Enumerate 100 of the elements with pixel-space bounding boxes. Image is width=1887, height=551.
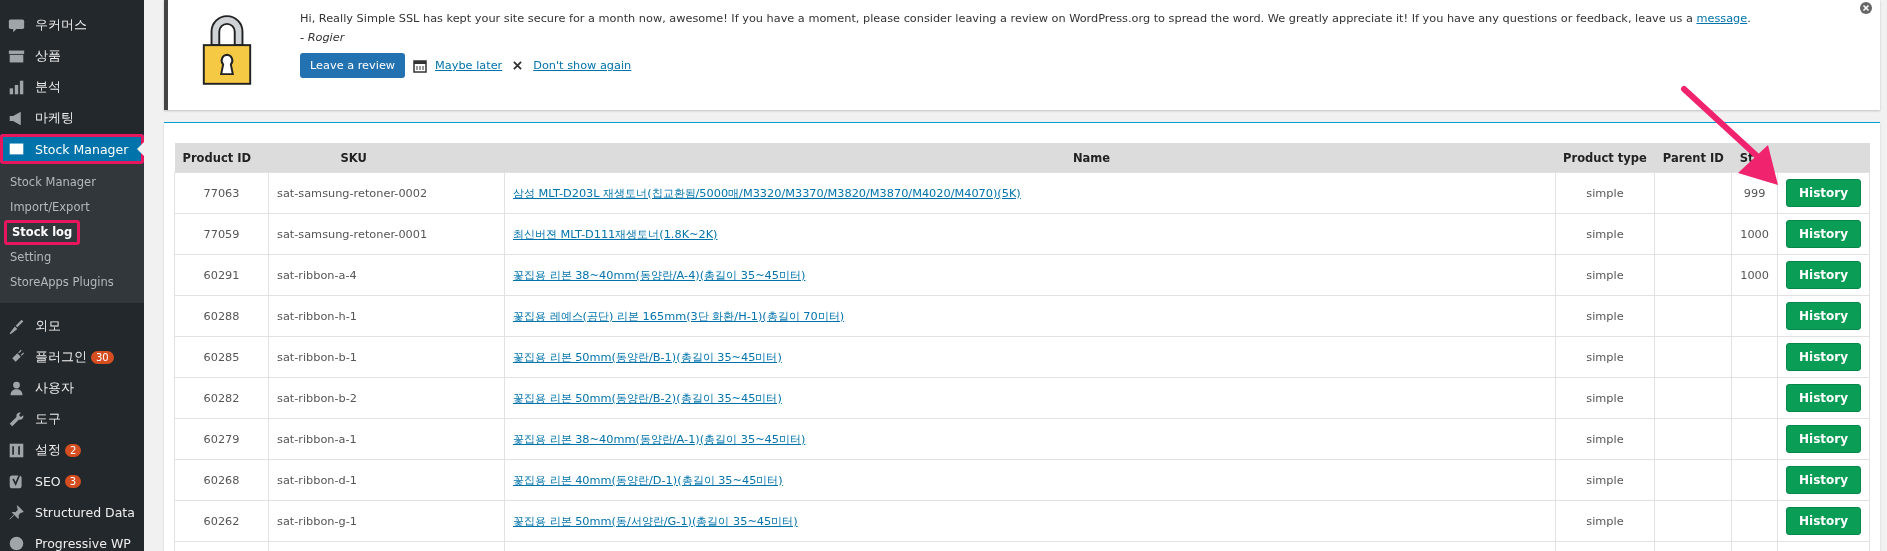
circle-icon — [8, 535, 25, 551]
update-count: 30 — [91, 351, 114, 364]
notice-signature: - Rogier — [300, 31, 346, 44]
menu-item[interactable]: 상품 — [0, 41, 144, 72]
menu-item[interactable]: Structured Data — [0, 497, 144, 528]
history-button[interactable]: History — [1785, 220, 1861, 248]
product-link[interactable]: 꽃집용 리본 50mm(동/서양란/G-1)(총길이 35~45미터) — [513, 514, 798, 528]
history-button[interactable]: History — [1785, 179, 1861, 207]
menu-item[interactable]: SEO 3 — [0, 466, 144, 497]
submenu-item[interactable]: Setting — [0, 245, 144, 270]
history-button[interactable]: History — [1785, 425, 1861, 453]
product-link[interactable]: 꽃집용 리본 40mm(동양란/D-1)(총길이 35~45미터) — [513, 473, 783, 487]
menu-label: Stock Manager — [35, 141, 129, 157]
column-header: Parent ID — [1654, 143, 1732, 173]
history-button[interactable]: History — [1785, 261, 1861, 289]
column-header: St — [1731, 143, 1778, 173]
menu-label: 상품 — [35, 48, 61, 65]
table-cell: sat-ribbon-g-1 — [277, 514, 358, 528]
table-cell: simple — [1586, 268, 1624, 282]
product-link[interactable]: 꽃집용 리본 50mm(동양란/B-1)(총길이 35~45미터) — [513, 350, 782, 364]
table-cell: sat-ribbon-b-1 — [277, 350, 358, 364]
column-header: Product type — [1555, 143, 1655, 173]
leave-review-button[interactable]: Leave a review — [300, 53, 406, 78]
menu-item[interactable]: 분석 — [0, 72, 144, 103]
product-link[interactable]: 꽃집용 리본 38~40mm(동양란/A-1)(총길이 35~45미터) — [513, 432, 806, 446]
dont-show-again-link[interactable]: Don't show again — [533, 59, 632, 72]
menu-label: 플러그인 — [35, 349, 87, 366]
history-button[interactable]: History — [1785, 384, 1861, 412]
column-header: Name — [504, 143, 1556, 173]
dismiss-icon[interactable] — [1860, 2, 1872, 14]
table-cell: 60288 — [203, 309, 240, 323]
checkmark-icon — [8, 473, 25, 490]
submenu-item[interactable]: Stock log — [4, 220, 81, 245]
menu-label: SEO — [35, 474, 61, 489]
close-icon — [513, 61, 523, 70]
table-cell: simple — [1586, 350, 1624, 364]
sliders-icon — [8, 442, 25, 459]
update-count: 3 — [64, 475, 82, 488]
table-cell: sat-ribbon-a-4 — [277, 268, 357, 282]
table-cell: 999 — [1743, 186, 1766, 200]
bars-icon — [8, 79, 25, 96]
column-header: SKU — [268, 143, 505, 173]
wrench-icon — [8, 411, 25, 428]
table-cell: simple — [1586, 391, 1624, 405]
menu-item[interactable]: 우커머스 — [0, 10, 144, 41]
table-cell: simple — [1586, 186, 1624, 200]
menu-item[interactable]: 플러그인 30 — [0, 342, 144, 373]
table-cell: 60268 — [203, 473, 240, 487]
table-cell: sat-ribbon-d-1 — [277, 473, 358, 487]
menu-label: 설정 — [35, 442, 61, 459]
menu-item[interactable]: 마케팅 — [0, 103, 144, 134]
submenu-item[interactable]: Import/Export — [0, 195, 144, 220]
table-cell: sat-ribbon-h-1 — [277, 309, 357, 323]
table-cell: 60279 — [203, 432, 240, 446]
product-link[interactable]: 꽃집용 리본 50mm(동양란/B-2)(총길이 35~45미터) — [513, 391, 782, 405]
submenu-item[interactable]: Stock Manager — [0, 170, 144, 195]
history-button[interactable]: History — [1785, 507, 1861, 535]
calendar-icon — [413, 58, 428, 73]
column-header: Product ID — [174, 143, 269, 173]
menu-label: 분석 — [35, 79, 61, 96]
menu-label: 사용자 — [35, 380, 74, 397]
menu-item[interactable]: Stock Manager — [0, 134, 144, 164]
update-count: 2 — [65, 444, 82, 457]
box-icon — [8, 48, 25, 65]
table-cell: simple — [1586, 309, 1624, 323]
table-cell: sat-samsung-retoner-0001 — [277, 227, 428, 241]
maybe-later-link[interactable]: Maybe later — [435, 59, 503, 72]
table-cell: simple — [1586, 432, 1624, 446]
menu-item[interactable]: 외모 — [0, 311, 144, 342]
table-cell: 1000 — [1740, 227, 1769, 241]
table-cell: 77059 — [203, 227, 240, 241]
speech-bubble-icon — [8, 17, 25, 34]
product-link[interactable]: 최신버젼 MLT-D111재생토너(1.8K~2K) — [513, 227, 718, 241]
table-cell: simple — [1586, 473, 1624, 487]
menu-item[interactable]: Progressive WP — [0, 528, 144, 551]
menu-label: 우커머스 — [35, 17, 87, 34]
brush-icon — [8, 318, 25, 335]
table-cell: 60291 — [203, 268, 240, 282]
notice-message: Hi, Really Simple SSL has kept your site secure for a month now, awesome! If you have a moment, please consider leaving a review on WordPress.org to spread the word. We greatly appreciate it! If you have any questions or feedback, leave us a message. — [300, 12, 1751, 25]
pin-icon — [8, 504, 25, 521]
menu-item[interactable]: 설정 2 — [0, 435, 144, 466]
menu-item[interactable]: 사용자 — [0, 373, 144, 404]
product-link[interactable]: 꽃집용 레예스(공단) 리본 165mm(3단 화환/H-1)(총길이 70미터) — [513, 309, 845, 323]
user-icon — [8, 380, 25, 397]
table-cell: 77063 — [203, 186, 240, 200]
menu-label: Progressive WP — [35, 536, 131, 551]
history-button[interactable]: History — [1785, 466, 1861, 494]
menu-label: 마케팅 — [35, 110, 74, 127]
history-button[interactable]: History — [1785, 302, 1861, 330]
menu-item[interactable]: 도구 — [0, 404, 144, 435]
table-cell: 60262 — [203, 514, 240, 528]
product-link[interactable]: 꽃집용 리본 38~40mm(동양란/A-4)(총길이 35~45미터) — [513, 268, 806, 282]
submenu-item[interactable]: StoreApps Plugins — [0, 270, 144, 295]
history-button[interactable]: History — [1785, 343, 1861, 371]
table-cell: 60285 — [203, 350, 240, 364]
product-link[interactable]: 삼성 MLT-D203L 재생토너(칩교환됨/5000매/M3320/M3370/M3820/M3870/M4020/M4070)(5K) — [513, 186, 1021, 200]
table-cell: sat-samsung-retoner-0002 — [277, 186, 428, 200]
menu-label: 도구 — [35, 411, 61, 428]
table-cell: simple — [1586, 514, 1624, 528]
table-cell: sat-ribbon-a-1 — [277, 432, 357, 446]
